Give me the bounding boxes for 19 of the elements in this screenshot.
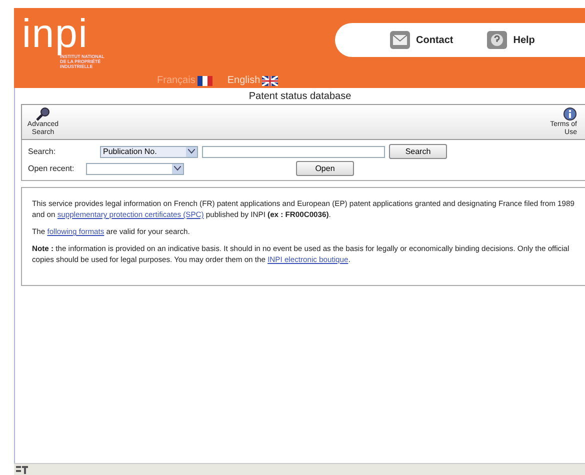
help-icon (487, 31, 508, 49)
header-link[interactable]: Contact (390, 31, 454, 49)
dropdown-arrow-icon (172, 164, 183, 174)
search-icon (36, 107, 50, 121)
page-title: Patent status database (248, 90, 352, 104)
info-icon (563, 107, 577, 121)
recent-dropdown[interactable] (86, 162, 184, 174)
uk-flag-icon (262, 76, 278, 86)
dropdown-arrow-icon (186, 146, 197, 156)
status-icon (16, 465, 28, 474)
header-link[interactable]: Help (487, 31, 535, 49)
search-type-dropdown[interactable]: Publication No. (100, 146, 198, 158)
open-button[interactable]: Open (296, 161, 354, 176)
search-field[interactable] (202, 146, 385, 158)
field-label: Open recent: (28, 164, 76, 173)
french-flag-icon (197, 76, 214, 86)
search-button[interactable]: Search (389, 144, 447, 159)
envelope-icon (390, 31, 410, 49)
field-label: Search: (28, 147, 57, 156)
